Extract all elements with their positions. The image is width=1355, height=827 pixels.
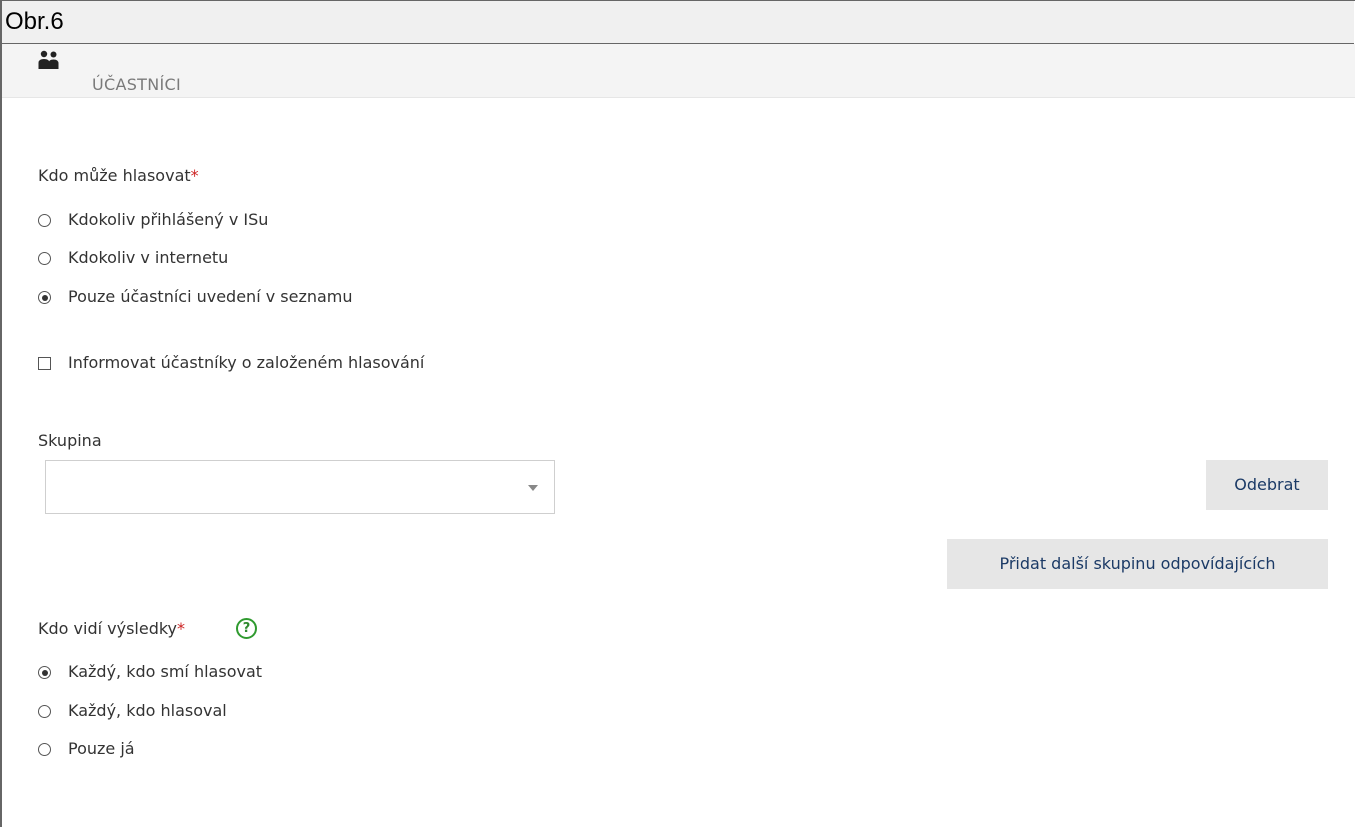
users-icon <box>38 50 59 69</box>
who-can-vote-label-text: Kdo může hlasovat <box>38 166 191 185</box>
radio-label-listed-participants: Pouze účastníci uvedení v seznamu <box>68 287 353 306</box>
required-mark: * <box>177 619 186 638</box>
section-title: ÚČASTNÍCI <box>92 75 182 94</box>
figure-caption: Obr.6 <box>2 1 1354 44</box>
remove-group-button[interactable]: Odebrat <box>1206 460 1328 510</box>
radio-anyone-logged-in[interactable] <box>38 214 51 227</box>
chevron-down-icon <box>528 485 538 491</box>
radio-listed-participants[interactable] <box>38 291 51 304</box>
required-mark: * <box>190 166 199 185</box>
notify-checkbox-label: Informovat účastníky o založeném hlasová… <box>68 353 425 372</box>
radio-everyone-who-voted[interactable] <box>38 705 51 718</box>
radio-only-me[interactable] <box>38 743 51 756</box>
who-can-vote-label: Kdo může hlasovat* <box>38 166 199 186</box>
radio-label-only-me: Pouze já <box>68 739 135 758</box>
who-sees-results-label: Kdo vidí výsledky* <box>38 619 185 639</box>
help-icon[interactable]: ? <box>236 618 257 639</box>
radio-anyone-internet[interactable] <box>38 252 51 265</box>
notify-checkbox[interactable] <box>38 357 51 370</box>
who-sees-results-label-text: Kdo vidí výsledky <box>38 619 178 638</box>
radio-everyone-who-can-vote[interactable] <box>38 666 51 679</box>
group-label: Skupina <box>38 431 102 450</box>
group-select[interactable] <box>45 460 555 514</box>
section-header: ÚČASTNÍCI <box>2 44 1355 98</box>
radio-label-everyone-who-voted: Každý, kdo hlasoval <box>68 701 227 720</box>
radio-label-anyone-internet: Kdokoliv v internetu <box>68 248 229 267</box>
radio-label-everyone-who-can-vote: Každý, kdo smí hlasovat <box>68 662 263 681</box>
radio-label-anyone-logged-in: Kdokoliv přihlášený v ISu <box>68 210 269 229</box>
add-group-button[interactable]: Přidat další skupinu odpovídajících <box>947 539 1328 589</box>
